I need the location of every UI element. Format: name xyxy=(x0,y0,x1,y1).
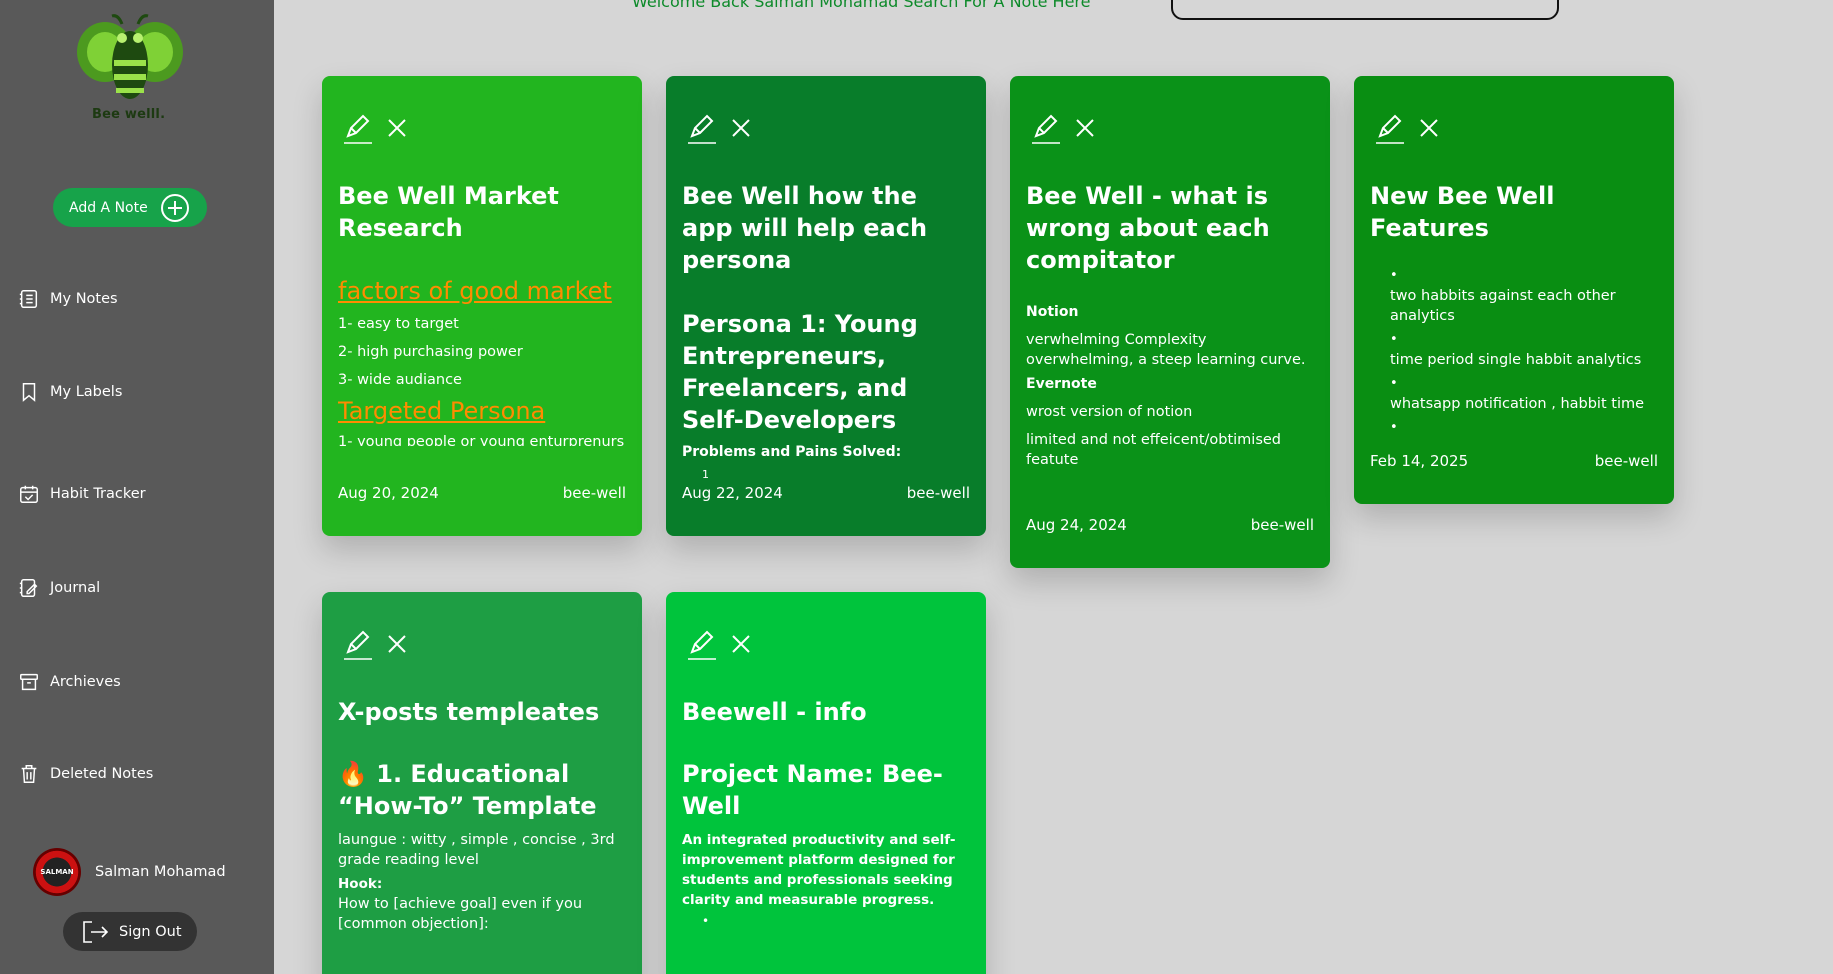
calendar-check-icon xyxy=(20,485,38,503)
note-heading: 🔥 1. Educational “How-To” Template xyxy=(338,760,597,820)
note-date: Aug 20, 2024 xyxy=(338,484,439,502)
note-title: Bee Well how the app will help each pers… xyxy=(682,182,928,274)
hook-label: Hook: xyxy=(338,876,383,892)
close-icon[interactable] xyxy=(386,633,408,655)
note-label-tag[interactable]: bee-well xyxy=(907,484,970,502)
bullet xyxy=(1390,374,1658,394)
note-date: Feb 14, 2025 xyxy=(1370,452,1469,470)
note-card[interactable]: X-posts templeates 🔥 1. Educational “How… xyxy=(322,592,642,974)
list-item: time period single habbit analytics xyxy=(1390,352,1642,368)
sidebar-item-journal[interactable]: Journal xyxy=(18,577,100,599)
sidebar-item-label: Deleted Notes xyxy=(50,766,154,782)
note-section-heading: factors of good market xyxy=(338,277,612,305)
user-profile[interactable]: SALMAN Salman Mohamad xyxy=(33,848,226,896)
note-card[interactable]: Bee Well Market Research factors of good… xyxy=(322,76,642,536)
sidebar-item-label: Archieves xyxy=(50,674,121,690)
note-label-tag[interactable]: bee-well xyxy=(1595,452,1658,470)
note-heading: Project Name: Bee-Well xyxy=(682,760,943,820)
plus-circle-icon xyxy=(161,194,189,222)
search-input[interactable] xyxy=(1171,0,1559,20)
note-line: verwhelming Complexity overwhelming, a s… xyxy=(1026,332,1306,368)
note-line: 3- wide audiance xyxy=(338,372,462,388)
note-date: Aug 24, 2024 xyxy=(1026,516,1127,534)
edit-pencil-icon[interactable] xyxy=(686,628,716,660)
note-line: 2- high purchasing power xyxy=(338,344,523,360)
note-card[interactable]: Bee Well how the app will help each pers… xyxy=(666,76,986,536)
note-card[interactable]: Bee Well - what is wrong about each comp… xyxy=(1010,76,1330,568)
note-line: laungue : witty , simple , concise , 3rd… xyxy=(338,832,615,868)
note-line: 1- young people or young enturprenurs xyxy=(338,434,625,446)
sidebar-item-archieves[interactable]: Archieves xyxy=(18,671,121,693)
sidebar-item-habit-tracker[interactable]: Habit Tracker xyxy=(18,483,146,505)
avatar: SALMAN xyxy=(33,848,81,896)
sign-out-button[interactable]: Sign Out xyxy=(63,912,197,951)
bookmark-icon xyxy=(22,383,36,402)
note-label-tag[interactable]: bee-well xyxy=(1251,516,1314,534)
note-line: An integrated productivity and self-impr… xyxy=(682,832,956,908)
close-icon[interactable] xyxy=(1074,117,1096,139)
list-item: two habbits against each other analytics xyxy=(1390,288,1616,324)
close-icon[interactable] xyxy=(730,117,752,139)
edit-pencil-icon[interactable] xyxy=(1374,112,1404,144)
sidebar-item-label: Habit Tracker xyxy=(50,486,146,502)
sidebar-item-label: My Notes xyxy=(50,291,118,307)
sidebar-item-my-notes[interactable]: My Notes xyxy=(18,288,118,310)
note-date: Aug 22, 2024 xyxy=(682,484,783,502)
sign-out-label: Sign Out xyxy=(119,923,182,940)
close-icon[interactable] xyxy=(386,117,408,139)
archive-icon xyxy=(20,673,38,691)
edit-pencil-icon[interactable] xyxy=(1030,112,1060,144)
note-section-heading: Targeted Persona xyxy=(338,397,546,425)
sidebar-item-label: Journal xyxy=(50,580,101,596)
note-title: X-posts templeates xyxy=(338,698,600,726)
close-icon[interactable] xyxy=(1418,117,1440,139)
note-line: limited and not effeicent/obtimised feat… xyxy=(1026,432,1282,468)
sidebar-item-my-labels[interactable]: My Labels xyxy=(18,381,122,403)
note-title: Bee Well Market Research xyxy=(338,182,559,242)
sidebar-item-deleted-notes[interactable]: Deleted Notes xyxy=(18,763,153,785)
bullet xyxy=(1390,418,1658,438)
edit-pencil-icon[interactable] xyxy=(342,112,372,144)
note-title: Bee Well - what is wrong about each comp… xyxy=(1026,182,1270,274)
bullet xyxy=(1390,330,1658,350)
journal-edit-icon xyxy=(19,579,38,597)
trash-icon xyxy=(21,765,37,783)
bullet xyxy=(1390,266,1658,286)
close-icon[interactable] xyxy=(730,633,752,655)
note-title: New Bee Well Features xyxy=(1370,182,1555,242)
note-line: How to [achieve goal] even if you [commo… xyxy=(338,896,583,932)
note-card[interactable]: Beewell - info Project Name: Bee-Well An… xyxy=(666,592,986,974)
logo-text: Bee welll. xyxy=(92,107,166,122)
note-card[interactable]: New Bee Well Features two habbits agains… xyxy=(1354,76,1674,504)
edit-pencil-icon[interactable] xyxy=(686,112,716,144)
user-name: Salman Mohamad xyxy=(95,864,226,880)
note-title: Beewell - info xyxy=(682,698,867,726)
sidebar-item-label: My Labels xyxy=(50,384,123,400)
note-line: wrost version of notion xyxy=(1026,404,1193,420)
notes-icon xyxy=(19,290,38,308)
competitor-name: Notion xyxy=(1026,304,1079,320)
edit-pencil-icon[interactable] xyxy=(342,628,372,660)
list-marker: 1 xyxy=(702,468,709,481)
add-note-button[interactable]: Add A Note xyxy=(53,188,207,227)
note-line: 1- easy to target xyxy=(338,316,459,332)
competitor-name: Evernote xyxy=(1026,376,1097,392)
note-heading: Persona 1: Young Entrepreneurs, Freelanc… xyxy=(682,310,918,434)
note-label-tag[interactable]: bee-well xyxy=(563,484,626,502)
bullet: • xyxy=(702,914,710,928)
list-item: whatsapp notification , habbit time xyxy=(1390,396,1645,412)
sidebar: Bee welll. Add A Note My Notes My Labels… xyxy=(0,0,274,974)
sign-out-icon xyxy=(83,920,109,943)
welcome-message: Welcome Back Salman Mohamad Search For A… xyxy=(632,0,1091,11)
add-note-label: Add A Note xyxy=(69,199,148,216)
note-subheading: Problems and Pains Solved: xyxy=(682,444,902,460)
feature-list: two habbits against each other analytics… xyxy=(1370,266,1658,438)
